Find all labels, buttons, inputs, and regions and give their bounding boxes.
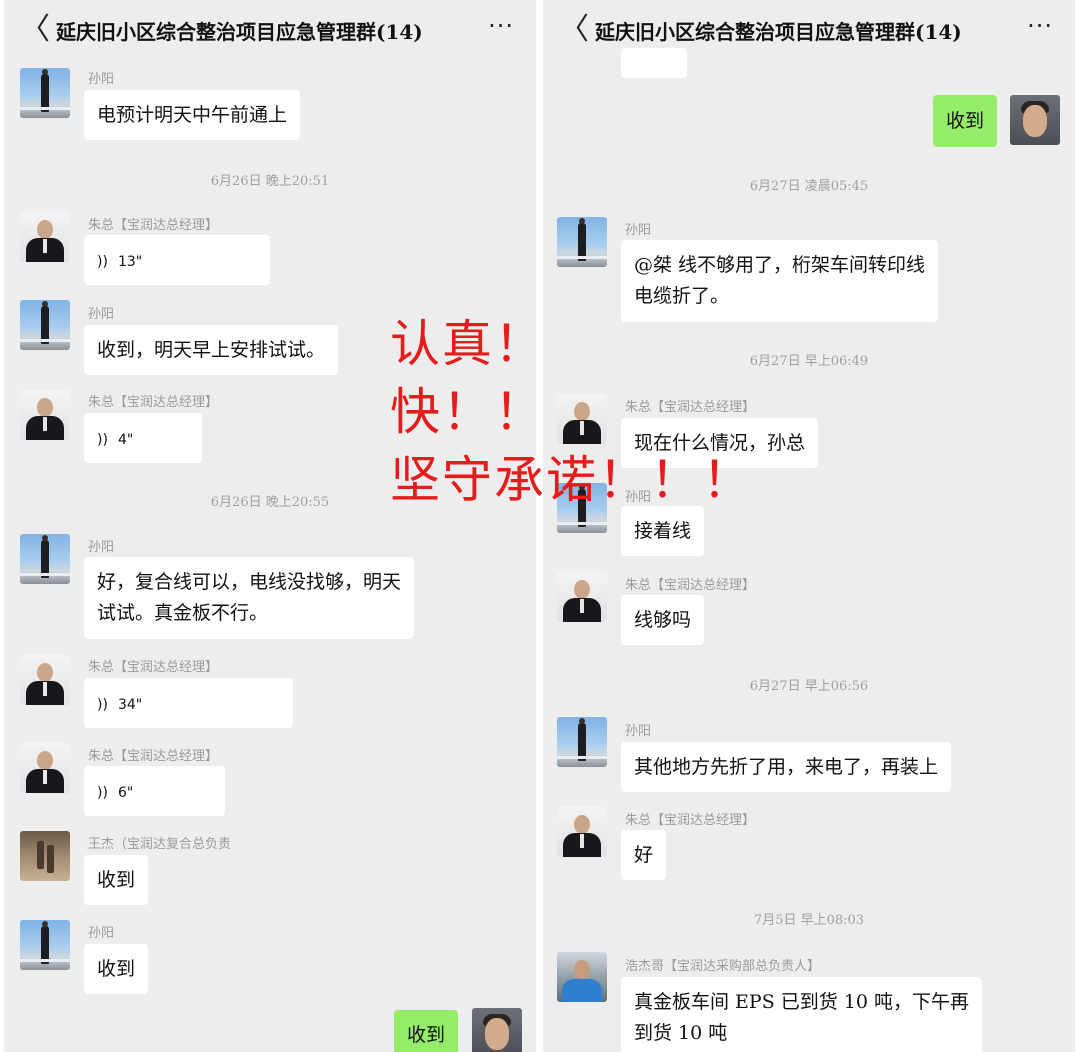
sender-name: 孙阳 — [88, 72, 115, 87]
own-message-bubble[interactable]: 收到 — [933, 95, 998, 147]
avatar-sunyang[interactable] — [20, 68, 70, 118]
back-chevron-icon[interactable]: 〈 — [20, 13, 50, 47]
message-bubble[interactable]: @桀 线不够用了，桁架车间转印线 电缆折了。 — [621, 240, 939, 322]
overlay-line: 认真！ — [390, 315, 546, 373]
voice-duration: 13" — [117, 254, 143, 270]
voice-duration: 34" — [117, 697, 143, 713]
timestamp: 6月26日 晚上20:51 — [210, 174, 330, 189]
avatar-sunyang[interactable] — [557, 217, 607, 267]
chat-title-bar: 〈 延庆旧小区综合整治项目应急管理群(14) ··· — [4, 0, 536, 60]
more-options-icon[interactable]: ··· — [488, 12, 514, 40]
avatar-wangjie[interactable] — [20, 831, 70, 881]
message-bubble[interactable]: 真金板车间 EPS 已到货 10 吨，下午再 到货 10 吨 — [621, 977, 983, 1052]
right-chat-pane: 〈 延庆旧小区综合整治项目应急管理群(14) ··· 收到 6月27日 凌晨05… — [543, 0, 1075, 1052]
voice-wave-icon: )) — [97, 785, 108, 801]
sender-name: 孙阳 — [625, 724, 652, 739]
sender-name: 孙阳 — [625, 223, 652, 238]
group-title: 延庆旧小区综合整治项目应急管理群(14) — [595, 20, 962, 44]
voice-wave-icon: )) — [97, 697, 108, 713]
sender-name: 朱总【宝润达总经理】 — [88, 395, 219, 410]
more-options-icon[interactable]: ··· — [1027, 12, 1053, 40]
message-bubble-partial[interactable] — [621, 48, 687, 78]
message-bubble[interactable]: 收到 — [84, 855, 149, 905]
avatar-sunyang[interactable] — [20, 920, 70, 970]
avatar-zhuzong[interactable] — [20, 655, 70, 705]
voice-wave-icon: )) — [97, 254, 108, 270]
sender-name: 朱总【宝润达总经理】 — [88, 749, 219, 764]
voice-wave-icon: )) — [97, 432, 108, 448]
avatar-sunyang[interactable] — [557, 717, 607, 767]
message-line: 好，复合线可以，电线没找够，明天 — [97, 571, 402, 593]
avatar-self[interactable] — [472, 1008, 522, 1052]
red-overlay-slogan: 认真！ 快！！ 坚守承诺！！！ — [390, 312, 754, 516]
timestamp: 6月27日 早上06:56 — [749, 679, 869, 694]
message-line: 电缆折了。 — [634, 285, 730, 307]
message-line: 真金板车间 EPS 已到货 10 吨，下午再 — [634, 991, 970, 1013]
avatar-zhuzong[interactable] — [20, 743, 70, 793]
voice-message-bubble[interactable]: )) 13" — [84, 235, 270, 285]
avatar-self[interactable] — [1010, 95, 1060, 145]
voice-message-bubble[interactable]: )) 34" — [84, 678, 293, 728]
group-title: 延庆旧小区综合整治项目应急管理群(14) — [56, 20, 423, 44]
sender-name: 浩杰哥【宝润达采购部总负责人】 — [625, 959, 821, 974]
message-bubble[interactable]: 线够吗 — [621, 595, 705, 645]
sender-name: 王杰（宝润达复合总负责 — [88, 837, 232, 852]
voice-duration: 4" — [117, 432, 134, 448]
message-line: @桀 线不够用了，桁架车间转印线 — [634, 254, 926, 276]
message-line: 到货 10 吨 — [634, 1022, 728, 1044]
avatar-zhuzong[interactable] — [20, 390, 70, 440]
message-bubble[interactable]: 好，复合线可以，电线没找够，明天 试试。真金板不行。 — [84, 557, 415, 639]
timestamp: 7月5日 早上08:03 — [753, 913, 865, 928]
sender-name: 朱总【宝润达总经理】 — [625, 578, 756, 593]
sender-name: 孙阳 — [88, 926, 115, 941]
sender-name: 朱总【宝润达总经理】 — [625, 813, 756, 828]
sender-name: 孙阳 — [88, 307, 115, 322]
avatar-zhuzong[interactable] — [20, 212, 70, 262]
avatar-haojiege[interactable] — [557, 952, 607, 1002]
voice-message-bubble[interactable]: )) 6" — [84, 766, 225, 816]
voice-message-bubble[interactable]: )) 4" — [84, 413, 202, 463]
message-bubble[interactable]: 收到 — [84, 944, 149, 994]
avatar-zhuzong[interactable] — [557, 572, 607, 622]
message-bubble[interactable]: 好 — [621, 830, 667, 880]
sender-name: 朱总【宝润达总经理】 — [88, 660, 219, 675]
back-chevron-icon[interactable]: 〈 — [559, 13, 589, 47]
sender-name: 朱总【宝润达总经理】 — [88, 218, 219, 233]
voice-duration: 6" — [117, 785, 134, 801]
sender-name: 孙阳 — [88, 540, 115, 555]
avatar-sunyang[interactable] — [20, 534, 70, 584]
message-line: 试试。真金板不行。 — [97, 602, 269, 624]
overlay-line: 坚守承诺！！！ — [390, 451, 754, 509]
overlay-line: 快！！ — [390, 383, 546, 441]
avatar-zhuzong[interactable] — [557, 807, 607, 857]
message-bubble[interactable]: 收到，明天早上安排试试。 — [84, 325, 339, 375]
timestamp: 6月27日 凌晨05:45 — [749, 179, 869, 194]
message-bubble[interactable]: 其他地方先折了用，来电了，再装上 — [621, 742, 952, 792]
own-message-bubble[interactable]: 收到 — [394, 1010, 459, 1052]
message-bubble[interactable]: 电预计明天中午前通上 — [84, 90, 301, 140]
avatar-sunyang[interactable] — [20, 300, 70, 350]
left-chat-pane: 〈 延庆旧小区综合整治项目应急管理群(14) ··· 孙阳 电预计明天中午前通上… — [4, 0, 536, 1052]
